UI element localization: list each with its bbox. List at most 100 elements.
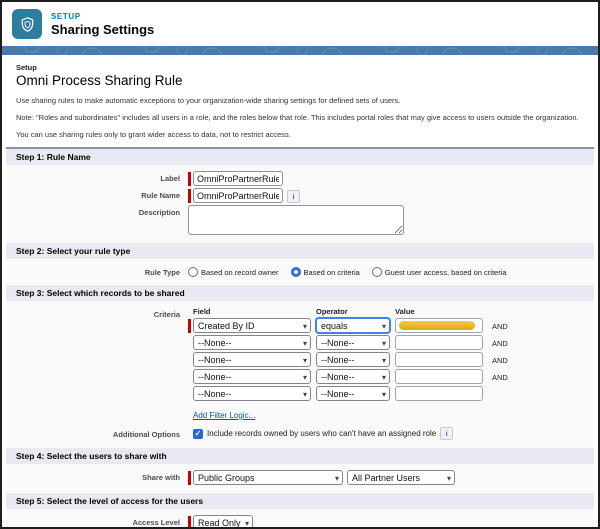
criteria-value-input[interactable] — [395, 386, 483, 401]
criteria-field-select[interactable]: --None-- — [193, 386, 311, 401]
chevron-down-icon — [245, 518, 249, 528]
label-input[interactable] — [193, 171, 283, 186]
field-column-header: Field — [193, 307, 211, 316]
chevron-down-icon — [335, 473, 339, 483]
redacted-value-highlight — [399, 321, 475, 330]
chevron-down-icon — [303, 372, 307, 382]
criteria-operator-select[interactable]: equals — [316, 318, 390, 333]
access-level-select[interactable]: Read Only — [193, 515, 253, 528]
criteria-row-3: --None-- --None-- AND — [188, 352, 508, 367]
info-icon[interactable] — [440, 427, 454, 440]
joiner-label: AND — [492, 373, 508, 382]
breadcrumb: Setup — [16, 63, 37, 72]
joiner-label: AND — [492, 339, 508, 348]
rule-name-field-label: Rule Name — [141, 191, 180, 200]
required-indicator — [188, 189, 191, 203]
criteria-operator-select[interactable]: --None-- — [316, 335, 390, 350]
chevron-down-icon — [303, 355, 307, 365]
share-with-value-select[interactable]: All Partner Users — [347, 470, 455, 485]
step2-section-header: Step 2: Select your rule type — [6, 243, 594, 259]
joiner-label: AND — [492, 356, 508, 365]
description-textarea[interactable] — [188, 205, 404, 235]
radio-icon[interactable] — [188, 267, 198, 277]
share-with-label: Share with — [142, 473, 180, 482]
intro-text-3: You can use sharing rules only to grant … — [16, 130, 291, 139]
criteria-field-select[interactable]: --None-- — [193, 369, 311, 384]
criteria-row-2: --None-- --None-- AND — [188, 335, 508, 350]
header-titles: SETUP Sharing Settings — [51, 12, 154, 37]
chevron-down-icon — [447, 473, 451, 483]
criteria-row-4: --None-- --None-- AND — [188, 369, 508, 384]
decorative-banner — [2, 46, 598, 55]
main-content: Setup Omni Process Sharing Rule Use shar… — [2, 55, 598, 527]
chevron-down-icon — [382, 372, 386, 382]
joiner-label: AND — [492, 322, 508, 331]
criteria-field-select[interactable]: --None-- — [193, 335, 311, 350]
chevron-down-icon — [303, 321, 307, 331]
rule-type-options: Based on record owner Based on criteria … — [188, 265, 519, 277]
intro-text-2: Note: "Roles and subordinates" includes … — [16, 113, 579, 122]
chevron-down-icon — [382, 389, 386, 399]
criteria-field-select[interactable]: Created By ID — [193, 318, 311, 333]
step1-section-header: Step 1: Rule Name — [6, 149, 594, 165]
add-filter-logic-link[interactable]: Add Filter Logic... — [193, 411, 255, 420]
shield-icon — [21, 16, 33, 32]
description-field-label: Description — [138, 208, 180, 217]
criteria-value-input[interactable] — [395, 318, 483, 333]
required-indicator — [188, 319, 191, 333]
chevron-down-icon — [303, 389, 307, 399]
rule-type-label: Rule Type — [144, 268, 180, 277]
criteria-operator-select[interactable]: --None-- — [316, 369, 390, 384]
label-field-label: Label — [160, 174, 180, 183]
criteria-value-input[interactable] — [395, 369, 483, 384]
criteria-label: Criteria — [153, 310, 180, 319]
criteria-operator-select[interactable]: --None-- — [316, 352, 390, 367]
value-column-header: Value — [395, 307, 415, 316]
sharing-rule-form: Step 1: Rule Name Label Rule Name Descri… — [6, 147, 594, 527]
criteria-operator-select[interactable]: --None-- — [316, 386, 390, 401]
radio-selected-icon[interactable] — [290, 267, 301, 277]
chevron-down-icon — [303, 338, 307, 348]
setup-label: SETUP — [51, 11, 81, 21]
radio-option-record-owner[interactable]: Based on record owner — [188, 267, 279, 277]
step5-section-body: Access Level Read Only — [6, 509, 594, 528]
operator-column-header: Operator — [316, 307, 348, 316]
criteria-row-5: --None-- --None-- — [188, 386, 508, 401]
required-indicator — [188, 172, 191, 186]
access-level-label: Access Level — [132, 518, 180, 527]
criteria-value-input[interactable] — [395, 352, 483, 367]
step2-section-body: Rule Type Based on record owner Based on… — [6, 259, 594, 285]
checked-checkbox-icon[interactable] — [193, 428, 203, 439]
page-header-title: Sharing Settings — [51, 21, 155, 37]
page-title: Omni Process Sharing Rule — [16, 73, 183, 88]
step3-section-body: Criteria Field Operator Value Created By… — [6, 301, 594, 448]
criteria-grid: Field Operator Value Created By ID e — [188, 307, 508, 425]
criteria-column-headers: Field Operator Value — [188, 307, 508, 316]
step1-section-body: Label Rule Name Description — [6, 165, 594, 243]
setup-header: SETUP Sharing Settings — [2, 2, 598, 46]
step4-section-header: Step 4: Select the users to share with — [6, 448, 594, 464]
radio-icon[interactable] — [371, 267, 382, 277]
required-indicator — [188, 516, 191, 527]
step5-section-header: Step 5: Select the level of access for t… — [6, 493, 594, 509]
step4-section-body: Share with Public Groups All Partner Use… — [6, 464, 594, 493]
required-indicator — [188, 471, 191, 485]
additional-options-label: Additional Options — [112, 430, 180, 439]
chevron-down-icon — [382, 321, 386, 331]
chevron-down-icon — [382, 355, 386, 365]
step3-section-header: Step 3: Select which records to be share… — [6, 285, 594, 301]
radio-option-based-on-criteria[interactable]: Based on criteria — [290, 267, 360, 277]
app-window: SETUP Sharing Settings Setup Omni Proces… — [0, 0, 600, 529]
criteria-field-select[interactable]: --None-- — [193, 352, 311, 367]
criteria-row-1: Created By ID equals AND — [188, 318, 508, 333]
sharing-settings-tile — [12, 9, 42, 39]
radio-option-guest-user[interactable]: Guest user access, based on criteria — [371, 267, 507, 277]
include-records-option: Include records owned by users who can't… — [193, 427, 454, 440]
intro-text-1: Use sharing rules to make automatic exce… — [16, 96, 401, 105]
rule-name-input[interactable] — [193, 188, 283, 203]
share-with-type-select[interactable]: Public Groups — [193, 470, 343, 485]
chevron-down-icon — [382, 338, 386, 348]
info-icon[interactable] — [287, 190, 300, 203]
include-records-label: Include records owned by users who can't… — [207, 429, 437, 438]
criteria-value-input[interactable] — [395, 335, 483, 350]
